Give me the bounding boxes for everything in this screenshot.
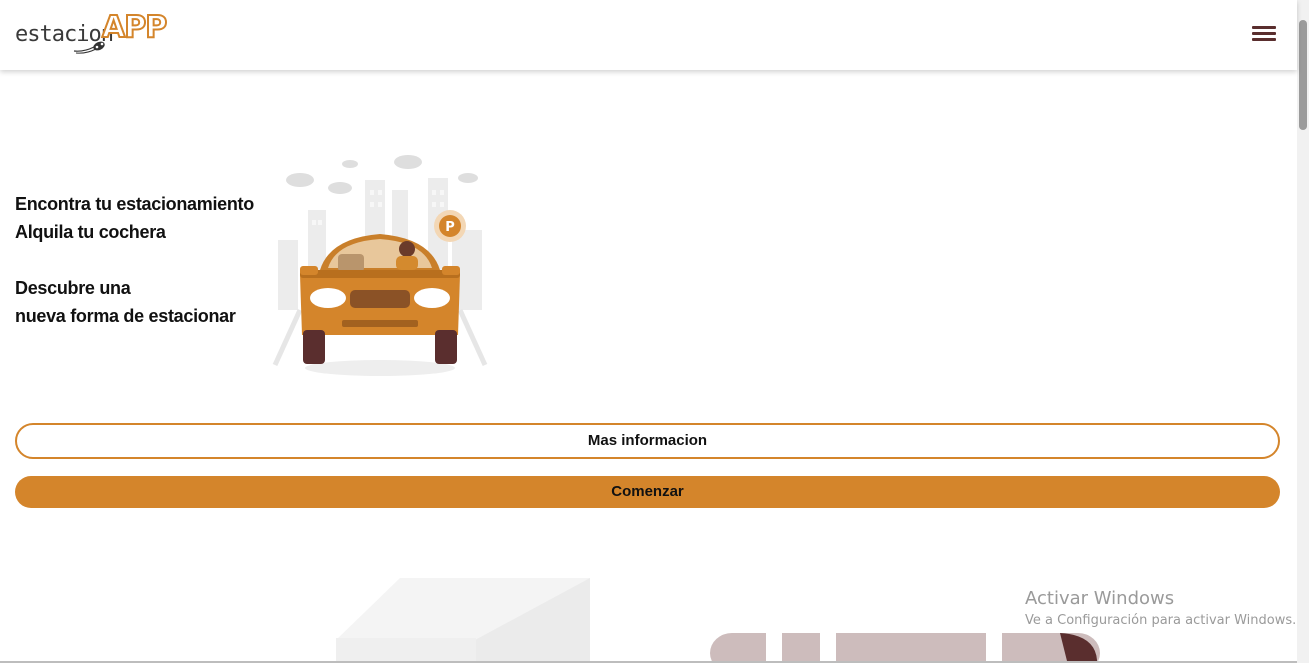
hero-line-rent: Alquila tu cochera [15, 222, 166, 242]
hero-spacer [15, 246, 254, 274]
app-viewport: estacion APP Encontra tu estacionamiento… [0, 0, 1309, 663]
logo-car-icon [73, 41, 105, 54]
brand-logo[interactable]: estacion APP [14, 9, 168, 60]
car-parking-illustration: P [272, 155, 488, 376]
start-button[interactable]: Comenzar [15, 476, 1280, 508]
logo-app-text: APP [101, 9, 168, 46]
hero-line-discover: Descubre una [15, 278, 131, 298]
hamburger-menu-icon [1252, 26, 1276, 29]
windows-activation-watermark: Activar Windows Ve a Configuración para … [1025, 588, 1296, 632]
parking-badge-text: P [445, 220, 455, 235]
hamburger-menu-button[interactable] [1248, 20, 1280, 48]
bottom-illustration [336, 578, 1100, 663]
top-navbar: estacion APP [0, 0, 1297, 70]
hamburger-bar [1252, 38, 1276, 41]
scrollbar-thumb[interactable] [1299, 20, 1307, 130]
watermark-subtitle: Ve a Configuración para activar Windows. [1025, 613, 1297, 628]
hamburger-bar [1252, 32, 1276, 35]
hero-line-new-way: nueva forma de estacionar [15, 306, 236, 326]
more-info-button[interactable]: Mas informacion [15, 423, 1280, 459]
hero-line-find: Encontra tu estacionamiento [15, 194, 254, 214]
vertical-scrollbar[interactable] [1297, 0, 1309, 663]
watermark-title: Activar Windows [1025, 588, 1175, 609]
hero-text-block: Encontra tu estacionamiento Alquila tu c… [15, 190, 254, 330]
